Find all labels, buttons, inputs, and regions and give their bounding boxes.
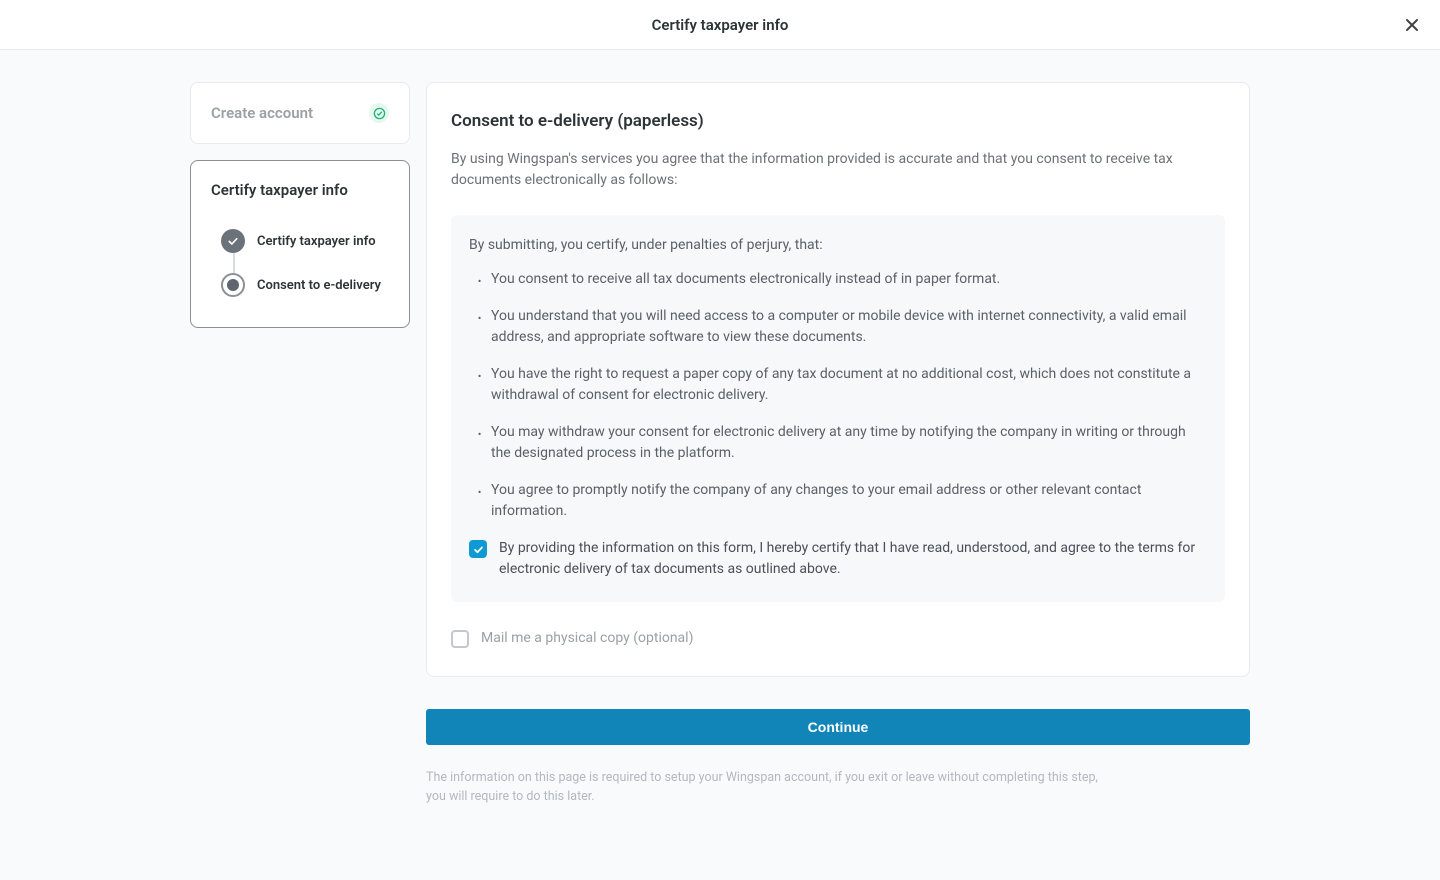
consent-lead: By submitting, you certify, under penalt… [469,237,1207,253]
modal-title: Certify taxpayer info [652,16,789,34]
main-container: Create account Certify taxpayer info [190,50,1250,867]
mail-copy-checkbox[interactable] [451,630,469,648]
panel-heading: Consent to e-delivery (paperless) [451,111,1225,131]
main-column: Consent to e-delivery (paperless) By usi… [426,82,1250,807]
continue-button[interactable]: Continue [426,709,1250,745]
mail-copy-row[interactable]: Mail me a physical copy (optional) [451,628,1225,648]
consent-item: You have the right to request a paper co… [469,364,1207,406]
consent-panel: Consent to e-delivery (paperless) By usi… [426,82,1250,677]
mail-copy-label: Mail me a physical copy (optional) [481,630,693,646]
sidebar-step-consent[interactable]: Consent to e-delivery [211,263,389,307]
close-button[interactable] [1400,13,1424,37]
step-current-icon [221,273,245,297]
step-done-icon [221,229,245,253]
check-badge-icon [369,103,389,123]
sidebar-steps: Certify taxpayer info Consent to e-deliv… [211,219,389,307]
checkmark-icon [473,544,484,555]
consent-item: You consent to receive all tax documents… [469,269,1207,290]
sidebar-card-title: Create account [211,104,313,122]
stepper-sidebar: Create account Certify taxpayer info [190,82,410,344]
consent-confirm-checkbox[interactable] [469,540,487,558]
sidebar-card-certify: Certify taxpayer info Certify taxpayer i… [190,160,410,328]
consent-confirm-row[interactable]: By providing the information on this for… [469,538,1207,580]
step-label: Certify taxpayer info [257,234,376,249]
consent-list: You consent to receive all tax documents… [469,269,1207,522]
consent-item: You may withdraw your consent for electr… [469,422,1207,464]
sidebar-card-create-account: Create account [190,82,410,144]
consent-item: You agree to promptly notify the company… [469,480,1207,522]
sidebar-step-certify[interactable]: Certify taxpayer info [211,219,389,263]
sidebar-card-title: Certify taxpayer info [211,181,348,199]
panel-intro: By using Wingspan's services you agree t… [451,149,1225,191]
close-icon [1404,17,1420,33]
consent-box: By submitting, you certify, under penalt… [451,215,1225,602]
step-label: Consent to e-delivery [257,278,381,293]
consent-item: You understand that you will need access… [469,306,1207,348]
footnote: The information on this page is required… [426,769,1106,807]
modal-header: Certify taxpayer info [0,0,1440,50]
consent-confirm-label: By providing the information on this for… [499,538,1207,580]
